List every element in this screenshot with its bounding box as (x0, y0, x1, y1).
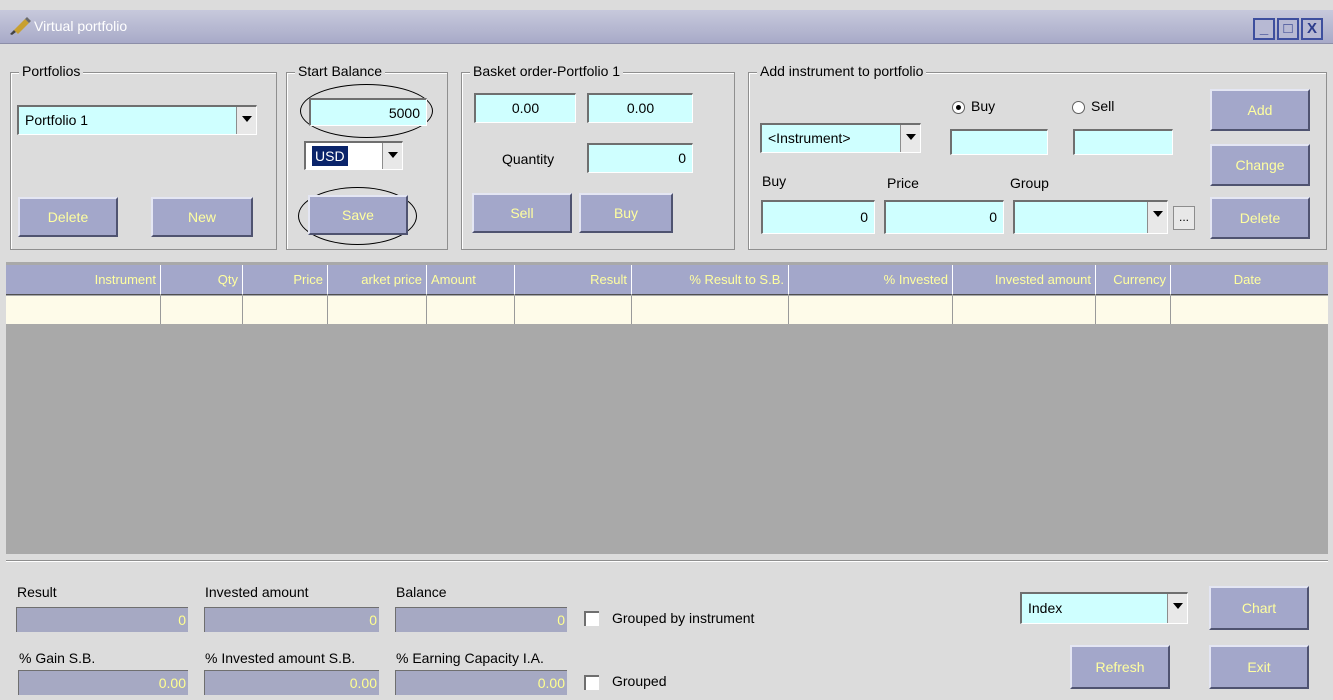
grouped-checkbox[interactable] (584, 675, 599, 690)
column-header[interactable]: Currency (1096, 265, 1171, 295)
exit-button[interactable]: Exit (1209, 645, 1309, 689)
basket-value-1[interactable]: 0.00 (474, 93, 576, 123)
table-cell[interactable] (161, 296, 243, 324)
close-icon[interactable]: X (1301, 18, 1323, 40)
table-cell[interactable] (789, 296, 953, 324)
currency-select-value: USD (312, 146, 348, 166)
quantity-input[interactable]: 0 (587, 143, 693, 173)
chevron-down-icon[interactable] (900, 125, 920, 152)
sell-amount-input[interactable] (1073, 129, 1173, 155)
refresh-button[interactable]: Refresh (1070, 645, 1170, 689)
table-row[interactable] (6, 296, 1328, 324)
column-header[interactable]: Amount (427, 265, 515, 295)
quantity-label: Quantity (502, 151, 555, 167)
earning-capacity-value: 0.00 (395, 670, 567, 695)
column-header[interactable]: Result (515, 265, 632, 295)
column-header[interactable]: Date (1171, 265, 1328, 295)
table-cell[interactable] (953, 296, 1096, 324)
group-browse-button[interactable]: ... (1173, 206, 1195, 230)
column-header[interactable]: Qty (161, 265, 243, 295)
group-label: Group (1010, 175, 1049, 191)
grouped-label: Grouped (612, 673, 667, 689)
instrument-select-value: <Instrument> (768, 130, 851, 146)
add-instrument-group: Add instrument to portfolio <Instrument>… (748, 63, 1327, 250)
start-balance-input[interactable]: 5000 (309, 98, 427, 126)
save-button[interactable]: Save (308, 195, 408, 235)
sell-radio-label: Sell (1091, 98, 1115, 114)
column-header[interactable]: arket price (328, 265, 427, 295)
result-label: Result (17, 584, 57, 600)
table-cell[interactable] (515, 296, 632, 324)
portfolios-title: Portfolios (19, 63, 84, 79)
maximize-icon[interactable]: □ (1277, 18, 1299, 40)
instrument-select[interactable]: <Instrument> (760, 123, 921, 153)
grid-header: Instrument Qty Price arket price Amount … (6, 265, 1328, 295)
buy-label: Buy (762, 173, 787, 189)
delete-instrument-button[interactable]: Delete (1210, 197, 1310, 239)
gain-value: 0.00 (18, 670, 188, 695)
table-cell[interactable] (427, 296, 515, 324)
buy-button[interactable]: Buy (579, 193, 673, 233)
price-input[interactable]: 0 (884, 200, 1004, 234)
buy-radio[interactable] (952, 101, 965, 114)
grouped-by-instrument-checkbox[interactable] (584, 611, 599, 626)
balance-label: Balance (396, 584, 447, 600)
buy-radio-label: Buy (971, 98, 996, 114)
delete-portfolio-button[interactable]: Delete (18, 197, 118, 237)
table-cell[interactable] (243, 296, 328, 324)
chevron-down-icon[interactable] (1147, 202, 1167, 233)
invested-amount-value: 0 (204, 607, 379, 632)
index-select[interactable]: Index (1020, 592, 1188, 624)
table-cell[interactable] (1096, 296, 1171, 324)
invested-amount-label: Invested amount (205, 584, 309, 600)
column-header[interactable]: % Invested (789, 265, 953, 295)
divider (6, 560, 1328, 562)
chevron-down-icon[interactable] (1167, 594, 1187, 623)
chevron-down-icon[interactable] (236, 107, 256, 134)
gain-label: % Gain S.B. (19, 650, 96, 666)
basket-order-group: Basket order-Portfolio 1 0.00 0.00 Quant… (461, 63, 735, 250)
result-value: 0 (16, 607, 188, 632)
window-title: Virtual portfolio (34, 18, 128, 34)
column-header[interactable]: Instrument (6, 265, 161, 295)
invested-sb-label: % Invested amount S.B. (205, 650, 356, 666)
sell-radio[interactable] (1072, 101, 1085, 114)
table-cell[interactable] (632, 296, 789, 324)
balance-value: 0 (395, 607, 567, 632)
start-balance-group: Start Balance 5000 USD Save (286, 63, 448, 250)
table-cell[interactable] (328, 296, 427, 324)
price-label: Price (887, 175, 919, 191)
table-cell[interactable] (6, 296, 161, 324)
index-select-value: Index (1028, 600, 1063, 616)
table-cell[interactable] (1171, 296, 1328, 324)
portfolio-select-value: Portfolio 1 (25, 112, 89, 128)
basket-order-title: Basket order-Portfolio 1 (470, 63, 624, 79)
buy-amount-input[interactable] (950, 129, 1048, 155)
column-header[interactable]: Invested amount (953, 265, 1096, 295)
column-header[interactable]: % Result to S.B. (632, 265, 789, 295)
add-instrument-title: Add instrument to portfolio (757, 63, 927, 79)
portfolios-group: Portfolios Portfolio 1 Delete New (10, 63, 277, 250)
earning-capacity-label: % Earning Capacity I.A. (396, 650, 544, 666)
start-balance-title: Start Balance (295, 63, 386, 79)
change-button[interactable]: Change (1210, 144, 1310, 186)
column-header[interactable]: Price (243, 265, 328, 295)
add-button[interactable]: Add (1210, 89, 1310, 131)
chart-button[interactable]: Chart (1209, 586, 1309, 630)
title-bar: Virtual portfolio _ □ X (0, 10, 1333, 44)
invested-sb-value: 0.00 (204, 670, 379, 695)
minimize-icon[interactable]: _ (1253, 18, 1275, 40)
portfolio-select[interactable]: Portfolio 1 (17, 105, 257, 135)
sell-button[interactable]: Sell (472, 193, 572, 233)
currency-select[interactable]: USD (304, 141, 403, 170)
buy-quantity-input[interactable]: 0 (761, 200, 875, 234)
group-select[interactable] (1013, 200, 1168, 234)
new-portfolio-button[interactable]: New (151, 197, 253, 237)
grouped-by-instrument-label: Grouped by instrument (612, 610, 755, 626)
pen-icon (10, 17, 31, 35)
basket-value-2[interactable]: 0.00 (587, 93, 693, 123)
chevron-down-icon[interactable] (382, 143, 402, 169)
